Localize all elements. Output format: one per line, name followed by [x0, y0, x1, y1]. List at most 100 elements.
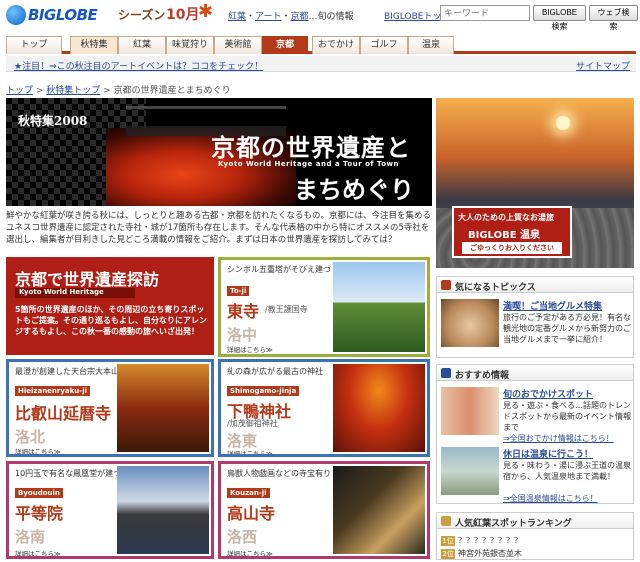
spot-more-link[interactable]: 詳細はこちら≫	[227, 448, 273, 454]
header-topic-links: 紅葉・アート・京都…旬の情報	[228, 12, 354, 22]
breadcrumb-feature[interactable]: 秋特集トップ	[46, 86, 100, 96]
ranking-row[interactable]: 1位？？？？？？？？	[441, 535, 631, 547]
spot-roman: Shimogamo-jinja	[227, 386, 300, 396]
feature-body: 5箇所の世界遺産のほか、その周辺の立ち寄りスポットもご提案。その通り巡るもよし、…	[15, 305, 207, 336]
ranking-panel: 人気紅葉スポットランキング 1位？？？？？？？？ 2位 神宮外苑銀杏並木	[436, 512, 634, 560]
tab-museum[interactable]: 美術館	[214, 36, 262, 54]
spot-sub: /教王護国寺	[265, 305, 308, 314]
spot-more-link[interactable]: 詳細はこちら≫	[227, 548, 273, 556]
spot-caption: 最澄が創建した天台宗大本山	[15, 367, 119, 376]
hero-title-1: 京都の世界遺産と	[211, 133, 411, 162]
recommend-more-link[interactable]: ⇒全国おでかけ情報はこちら！	[503, 433, 614, 444]
tab-golf[interactable]: ゴルフ	[360, 36, 408, 54]
tab-kyoto[interactable]: 京都	[262, 36, 308, 54]
temple-interior-photo	[333, 466, 425, 554]
spot-roman: Hieizanenryaku-ji	[15, 386, 90, 396]
breadcrumb: トップ > 秋特集トップ > 京都の世界遺産とまちめぐり	[6, 86, 231, 96]
shrine-photo	[333, 364, 425, 452]
month-label: 10月	[166, 7, 200, 23]
spot-more-link[interactable]: 詳細はこちら≫	[15, 548, 61, 556]
tab-autumn-feature[interactable]: 秋特集	[70, 36, 118, 54]
people-thumbnail	[441, 387, 499, 435]
recommend-text: 見る・遊ぶ・食べる…話題のトレンドスポットから最新のイベント情報まで	[503, 401, 631, 432]
recommend-title-link[interactable]: 旬のおでかけスポット	[503, 387, 593, 400]
breadcrumb-top[interactable]: トップ	[6, 86, 33, 96]
spot-roman: To-ji	[227, 286, 250, 296]
spot-area: 洛南	[15, 528, 46, 546]
recommend-icon	[441, 368, 451, 378]
topic-link-kyoto[interactable]: 京都	[291, 12, 309, 22]
spot-caption: 鳥獣人物戯画などの寺宝有り	[227, 469, 331, 478]
onsen-ad-banner[interactable]: 大人のための上質なお湯旅 BIGLOBE 温泉 ごゆっくりお入りください	[436, 98, 634, 268]
hero-title-2: まちめぐり	[294, 175, 414, 204]
recommend-panel: おすすめ情報 旬のおでかけスポット 見る・遊ぶ・食べる…話題のトレンドスポットか…	[436, 364, 634, 504]
feature-subtitle: Kyoto World Heritage	[15, 288, 135, 298]
breadcrumb-current: 京都の世界遺産とまちめぐり	[113, 86, 231, 96]
temple-hall-photo	[117, 364, 209, 452]
recommend-item-onsen: 休日は温泉に行こう！ 見る・味わう・湯に浸ぶ王道の温泉宿から、人気温泉地まで満載…	[441, 447, 631, 503]
biglobe-logo[interactable]: BIGLOBE	[6, 4, 116, 25]
spot-card-toji[interactable]: シンボル五重塔がそびえ建つ To-ji 東寺 /教王護国寺 洛中 詳細はこちら≫	[218, 257, 430, 357]
web-search-button[interactable]: ウェブ検索	[589, 5, 638, 31]
food-thumbnail	[441, 299, 499, 347]
spot-roman: Byoudouin	[15, 488, 63, 498]
topics-panel: 気になるトピックス 満喫！ご当地グルメ特集 旅行のご予定がある方必見！有名な観光…	[436, 276, 634, 358]
tab-top[interactable]: トップ	[6, 36, 62, 54]
spot-caption: 糺の森が広がる最古の神社	[227, 367, 323, 376]
spot-name: 高山寺	[227, 504, 276, 523]
ad-line1: 大人のための上質なお湯旅	[458, 213, 554, 222]
topic-text: 旅行のご予定がある方必見！有名な観光地の定番グルメから新努力のご当地グルメまで一…	[503, 313, 631, 344]
ad-cta-button[interactable]: ごゆっくりお入りください	[462, 242, 562, 254]
onsen-thumbnail	[441, 447, 499, 495]
recommend-text: 見る・味わう・湯に浸ぶ王道の温泉宿から、人気温泉地まで満載！	[503, 461, 631, 481]
ranking-row[interactable]: 2位 神宮外苑銀杏並木	[441, 548, 631, 560]
sitemap-link[interactable]: サイトマップ	[576, 59, 630, 72]
spot-card-byodoin[interactable]: 10円玉で有名な鳳凰堂が建つ Byoudouin 平等院 洛南 詳細はこちら≫	[6, 461, 214, 559]
keyword-search-input[interactable]	[440, 5, 530, 21]
feature-title: 京都で世界遺産探訪	[15, 270, 160, 289]
intro-text: 鮮やかな紅葉が咲き誇る秋には、しっとりと趣ある古都・京都を訪れたくなるもの。京都…	[6, 211, 432, 245]
spot-caption: シンボル五重塔がそびえ建つ	[227, 265, 331, 274]
topics-icon	[441, 280, 451, 290]
spot-name: 平等院	[15, 504, 64, 523]
recommend-more-link[interactable]: ⇒全国温泉情報はこちら！	[503, 493, 598, 504]
spot-more-link[interactable]: 詳細はこちら≫	[227, 344, 273, 354]
ranking-heading: 人気紅葉スポットランキング	[437, 513, 633, 529]
topic-link-kouyou[interactable]: 紅葉	[228, 12, 246, 22]
phoenix-hall-photo	[117, 466, 209, 554]
recommend-title-link[interactable]: 休日は温泉に行こう！	[503, 447, 593, 460]
spot-name: 東寺	[227, 302, 260, 321]
recommend-item-odekake: 旬のおでかけスポット 見る・遊ぶ・食べる…話題のトレンドスポットから最新のイベン…	[441, 387, 631, 443]
tab-mikakugari[interactable]: 味覚狩り	[166, 36, 214, 54]
spot-card-kouzanji[interactable]: 鳥獣人物戯画などの寺宝有り Kouzan-ji 高山寺 洛西 詳細はこちら≫	[218, 461, 430, 559]
globe-icon	[6, 5, 26, 25]
spot-area: 洛北	[15, 428, 46, 446]
tab-odekake[interactable]: おでかけ	[312, 36, 360, 54]
ad-brand: BIGLOBE 温泉	[468, 230, 541, 241]
spot-sub: /加茂御祖神社	[227, 419, 278, 428]
notice-bar: ★注目！⇒この秋注目のアートイベントは？ココをチェック！ サイトマップ	[6, 56, 636, 72]
hero-subtitle: Kyoto World Heritage and a Tour of Town	[218, 160, 399, 168]
spot-card-shimogamo[interactable]: 糺の森が広がる最古の神社 Shimogamo-jinja 下鴨神社 /加茂御祖神…	[218, 359, 430, 457]
notice-link[interactable]: ★注目！⇒この秋注目のアートイベントは？ココをチェック！	[14, 59, 263, 72]
spot-area: 洛西	[227, 528, 258, 546]
hero-kicker: 秋特集2008	[18, 114, 88, 128]
tab-onsen[interactable]: 温泉	[408, 36, 454, 54]
biglobe-search-button[interactable]: BIGLOBE検索	[533, 5, 586, 31]
feature-card[interactable]: 京都で世界遺産探訪 Kyoto World Heritage 5箇所の世界遺産の…	[6, 257, 214, 355]
topic-link-art[interactable]: アート	[255, 12, 281, 22]
sunset-sun	[556, 116, 570, 130]
recommend-heading: おすすめ情報	[437, 365, 633, 381]
season-label: シーズン	[118, 8, 166, 22]
spot-roman: Kouzan-ji	[227, 488, 270, 498]
spot-more-link[interactable]: 詳細はこちら≫	[15, 446, 61, 454]
spot-card-enryakuji[interactable]: 最澄が創建した天台宗大本山 Hieizanenryaku-ji 比叡山延暦寺 洛…	[6, 359, 214, 457]
tab-kouyou[interactable]: 紅葉	[118, 36, 166, 54]
onsen-ad-box: 大人のための上質なお湯旅 BIGLOBE 温泉 ごゆっくりお入りください	[452, 206, 572, 258]
spot-area: 洛中	[227, 326, 258, 344]
spot-name: 比叡山延暦寺	[15, 404, 112, 423]
site-header: BIGLOBE シーズン 10月 ✱ 紅葉・アート・京都…旬の情報 BIGLOB…	[0, 0, 640, 31]
hero-banner: 秋特集2008 京都の世界遺産と Kyoto World Heritage an…	[6, 98, 432, 206]
pagoda-photo	[333, 262, 425, 352]
topic-title-link[interactable]: 満喫！ご当地グルメ特集	[503, 299, 602, 312]
